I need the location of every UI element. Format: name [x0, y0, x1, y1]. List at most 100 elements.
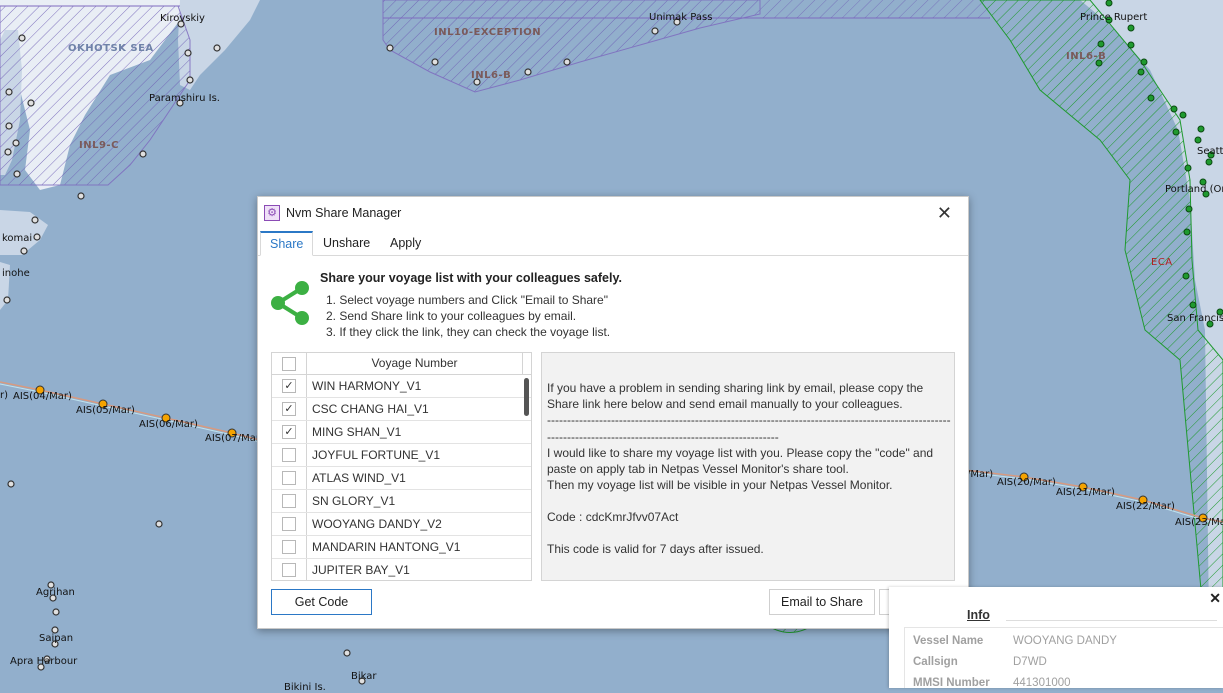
voyage-checkbox[interactable]: ✓	[282, 425, 296, 439]
port-marker	[1185, 205, 1193, 213]
voyage-checkbox[interactable]	[282, 448, 296, 462]
select-all-checkbox[interactable]	[282, 356, 296, 371]
row-check-cell: ✓	[272, 398, 307, 420]
place-label: Portland (Or	[1165, 184, 1223, 195]
message-line: ----------------------------------------…	[547, 430, 779, 444]
place-label: inohe	[2, 268, 30, 279]
port-marker	[5, 122, 13, 130]
voyage-row[interactable]: WOOYANG DANDY_V2	[272, 513, 531, 536]
tab-apply[interactable]: Apply	[384, 231, 427, 255]
ais-label: AIS(07/Mar	[205, 433, 260, 444]
row-check-cell	[272, 490, 307, 512]
app-icon: ⚙	[264, 205, 280, 221]
voyage-number: MING SHAN_V1	[312, 425, 402, 439]
voyage-row[interactable]: JOYFUL FORTUNE_V1	[272, 444, 531, 467]
port-marker	[1127, 41, 1135, 49]
port-marker	[20, 247, 28, 255]
message-line: I would like to share my voyage list wit…	[547, 446, 934, 460]
row-check-cell	[272, 536, 307, 558]
port-marker	[1140, 58, 1148, 66]
port-marker	[77, 192, 85, 200]
voyage-number: WOOYANG DANDY_V2	[312, 517, 442, 531]
vessel-name-value: WOOYANG DANDY	[1013, 635, 1117, 647]
step-3: 3. If they click the link, they can chec…	[326, 325, 611, 339]
get-code-button[interactable]: Get Code	[271, 589, 372, 615]
port-marker	[5, 88, 13, 96]
voyage-checkbox[interactable]	[282, 563, 296, 577]
message-line: This code is valid for 7 days after issu…	[547, 542, 764, 556]
port-marker	[1170, 105, 1178, 113]
close-icon[interactable]: ✕	[937, 203, 952, 223]
share-message-textbox[interactable]: If you have a problem in sending sharing…	[541, 352, 955, 581]
voyage-row[interactable]: ✓ CSC CHANG HAI_V1	[272, 398, 531, 421]
zone-label: INL10-EXCEPTION	[434, 27, 542, 38]
place-label: Kirovskiy	[160, 13, 205, 24]
voyage-number: MANDARIN HANTONG_V1	[312, 540, 461, 554]
place-label: Bikar	[351, 671, 377, 682]
voyage-row[interactable]: JUPITER BAY_V1	[272, 559, 531, 580]
port-marker	[1183, 228, 1191, 236]
grid-scrollbar[interactable]	[524, 378, 529, 416]
voyage-checkbox[interactable]	[282, 517, 296, 531]
share-tab-panel: Share your voyage list with your colleag…	[258, 256, 968, 628]
vessel-info-panel: Info ✕ Vessel Name WOOYANG DANDY Callsig…	[889, 587, 1223, 689]
callsign-label: Callsign	[913, 656, 958, 668]
voyage-row[interactable]: MANDARIN HANTONG_V1	[272, 536, 531, 559]
row-check-cell	[272, 444, 307, 466]
title-bar[interactable]: ⚙ Nvm Share Manager	[258, 197, 968, 229]
port-marker	[1127, 24, 1135, 32]
voyage-checkbox[interactable]: ✓	[282, 402, 296, 416]
mmsi-value: 441301000	[1013, 677, 1071, 689]
message-line: Share link here below and send email man…	[547, 397, 903, 411]
port-marker	[186, 76, 194, 84]
voyage-checkbox[interactable]: ✓	[282, 379, 296, 393]
port-marker	[155, 520, 163, 528]
zone-label: ECA	[1151, 257, 1173, 268]
port-marker	[431, 58, 439, 66]
tab-share[interactable]: Share	[260, 231, 314, 256]
port-marker	[213, 44, 221, 52]
message-line: Then my voyage list will be visible in y…	[547, 478, 893, 492]
row-check-cell	[272, 467, 307, 489]
place-label: San Francisc	[1167, 313, 1223, 324]
ais-label: AIS(06/Mar)	[139, 419, 198, 430]
voyage-checkbox[interactable]	[282, 494, 296, 508]
port-marker	[13, 170, 21, 178]
tab-unshare[interactable]: Unshare	[317, 231, 376, 255]
email-to-share-button[interactable]: Email to Share	[769, 589, 875, 615]
voyage-checkbox[interactable]	[282, 540, 296, 554]
port-marker	[33, 233, 41, 241]
message-line: ----------------------------------------…	[547, 413, 951, 427]
voyage-row[interactable]: SN GLORY_V1	[272, 490, 531, 513]
vessel-info-close-icon[interactable]: ✕	[1209, 590, 1221, 607]
vessel-name-label: Vessel Name	[913, 635, 984, 647]
voyage-checkbox[interactable]	[282, 471, 296, 485]
voyage-row[interactable]: ✓ WIN HARMONY_V1	[272, 375, 531, 398]
message-line: Code : cdcKmrJfvv07Act	[547, 510, 679, 524]
divider	[1006, 620, 1217, 621]
voyage-number: ATLAS WIND_V1	[312, 471, 406, 485]
port-marker	[139, 150, 147, 158]
zone-label: INL6-B	[471, 70, 512, 81]
share-headline: Share your voyage list with your colleag…	[320, 271, 622, 285]
voyage-row[interactable]: ✓ MING SHAN_V1	[272, 421, 531, 444]
column-header-voyage-number[interactable]: Voyage Number	[307, 353, 523, 374]
port-marker	[1194, 136, 1202, 144]
share-icon	[271, 281, 309, 325]
vessel-info-header: Info	[967, 608, 990, 622]
port-marker	[1179, 111, 1187, 119]
place-label: komai	[2, 233, 33, 244]
port-marker	[1197, 125, 1205, 133]
ais-label: AIS(04/Mar)	[13, 391, 72, 402]
port-marker	[1172, 128, 1180, 136]
place-label: Agrihan	[36, 587, 75, 598]
mmsi-label: MMSI Number	[913, 677, 990, 689]
voyage-row[interactable]: ATLAS WIND_V1	[272, 467, 531, 490]
ais-label: AIS(22/Mar)	[1116, 501, 1175, 512]
callsign-value: D7WD	[1013, 656, 1047, 668]
zone-label: INL9-C	[79, 140, 119, 151]
place-label: Saipan	[39, 633, 74, 644]
grid-rows: ✓ WIN HARMONY_V1 ✓ CSC CHANG HAI_V1 ✓ MING SH…	[272, 375, 531, 580]
message-line: If you have a problem in sending sharing…	[547, 381, 924, 395]
dialog-title: Nvm Share Manager	[286, 206, 402, 220]
